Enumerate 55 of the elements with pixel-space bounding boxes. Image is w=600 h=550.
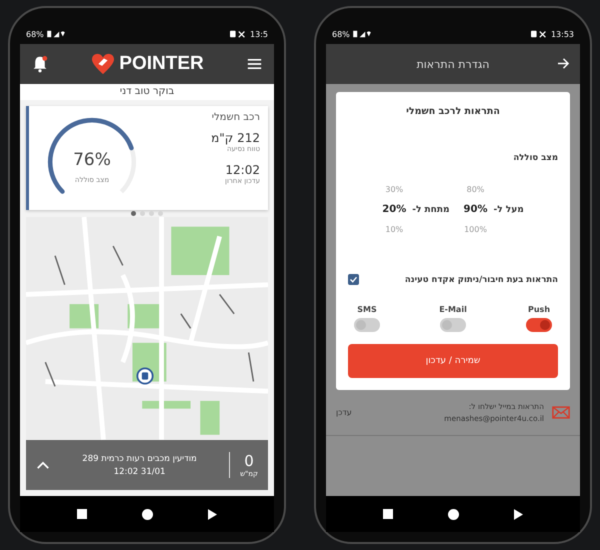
chevron-up-icon[interactable] [36, 460, 50, 470]
screen-title: הגדרת התראות [416, 58, 490, 70]
card-title: התראות לרכב חשמלי [405, 106, 501, 117]
toggle-switch[interactable] [354, 318, 380, 332]
logo-text: POINTER [119, 53, 204, 75]
address-text: מודיעין מכבים רעות כרמית 289 [82, 454, 197, 464]
battery-percent: 68% [26, 30, 44, 38]
recents-icon[interactable] [383, 509, 394, 519]
mail-icon [552, 406, 570, 419]
picker-option[interactable]: 10% [385, 225, 404, 234]
picker-option[interactable]: 20% [382, 204, 406, 215]
checkbox-label: התראות בעת חיבור/ניתוק אקדח טעינה [404, 274, 558, 284]
home-icon[interactable] [142, 508, 153, 520]
battery-percent: 68% [332, 30, 350, 38]
home-icon[interactable] [448, 508, 459, 520]
pager-dot[interactable] [131, 211, 136, 216]
pager-dot[interactable] [158, 211, 163, 216]
checkbox[interactable] [348, 274, 359, 285]
range-value: 212 ק"מ [211, 130, 260, 145]
menu-icon[interactable] [246, 58, 262, 70]
picker-option[interactable]: 90% [464, 204, 488, 215]
recents-icon[interactable] [77, 509, 88, 519]
pager-dot[interactable] [149, 211, 154, 216]
speed-value: 0 [244, 452, 254, 470]
channel-label: Push [528, 305, 550, 314]
vehicle-title: רכב חשמלי [212, 112, 260, 123]
car-location-icon[interactable] [136, 367, 154, 386]
pager-dot[interactable] [140, 211, 145, 216]
edit-link[interactable]: עדכן [336, 408, 352, 417]
status-icons [352, 30, 371, 38]
back-arrow-icon[interactable] [557, 58, 570, 69]
picker-option[interactable]: 80% [466, 185, 484, 194]
picker-label: מתחת ל- [412, 204, 450, 214]
picker-option[interactable]: 100% [464, 225, 487, 234]
bell-icon[interactable] [32, 55, 48, 73]
save-button[interactable]: שמירה / עדכון [348, 344, 558, 378]
battery-percent-reading: 76% [73, 150, 111, 170]
status-time: 13:5 [250, 30, 268, 38]
status-icons [229, 30, 248, 38]
channel-label: E-Mail [439, 305, 467, 314]
toggle-switch[interactable] [440, 318, 466, 332]
toggle-switch[interactable] [526, 318, 552, 332]
logo-icon [91, 53, 116, 75]
timestamp-text: 31/01 12:02 [114, 466, 166, 476]
status-icons [530, 30, 548, 38]
status-time: 13:53 [550, 30, 574, 38]
back-icon[interactable] [514, 508, 523, 520]
channel-label: SMS [357, 305, 377, 314]
update-time: 12:02 [225, 162, 260, 177]
back-icon[interactable] [208, 508, 217, 520]
section-label: מצב סוללה [512, 153, 558, 163]
picker-option[interactable]: 30% [385, 185, 404, 194]
greeting-text: בוקר טוב דני [20, 84, 274, 100]
picker-label: מעל ל- [493, 204, 524, 214]
status-icons [46, 30, 65, 38]
